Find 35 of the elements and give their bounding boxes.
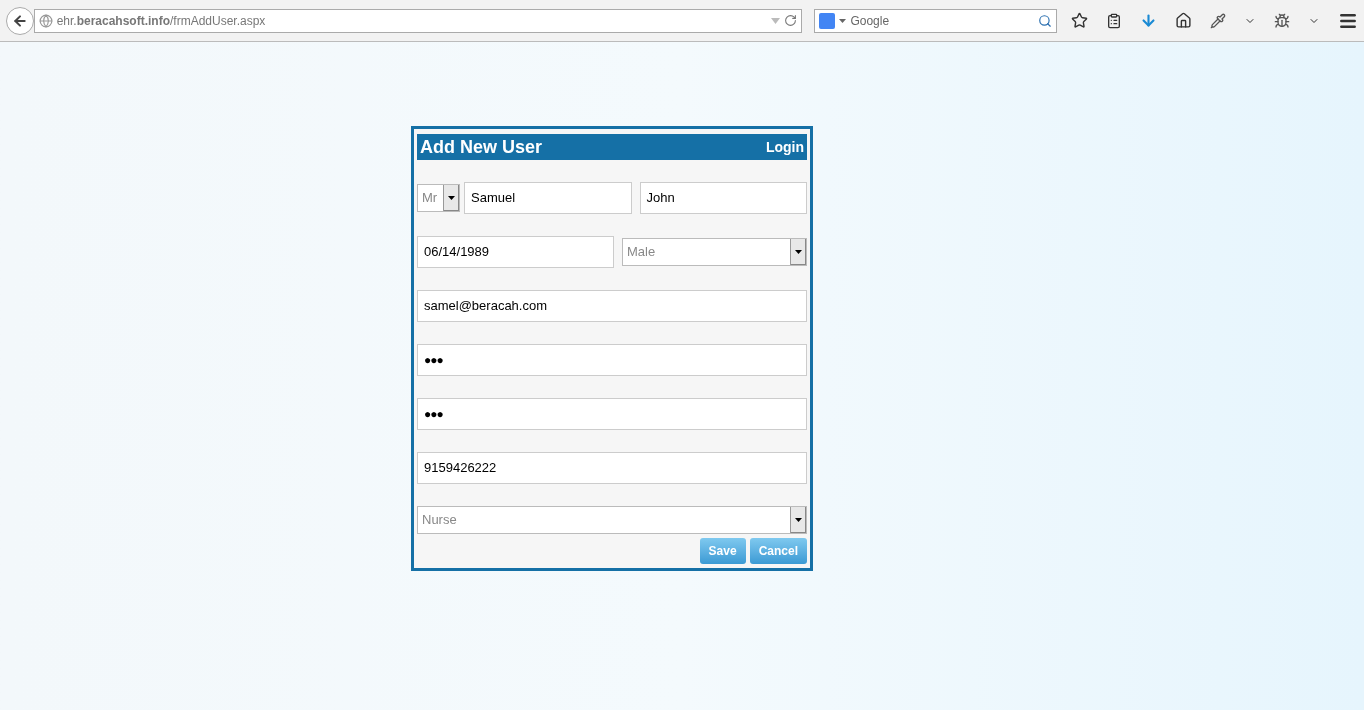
- input-field[interactable]: Samuel: [464, 182, 632, 214]
- select-field[interactable]: Nurse: [417, 506, 807, 534]
- password-field[interactable]: ●●●: [417, 344, 807, 376]
- select-field[interactable]: Male: [622, 238, 807, 266]
- globe-icon: [38, 13, 53, 28]
- search-placeholder: Google: [850, 12, 891, 30]
- dropdown-button[interactable]: [790, 239, 806, 265]
- dropdown-button[interactable]: [790, 507, 806, 533]
- input-field[interactable]: 9159426222: [417, 452, 807, 484]
- select-field[interactable]: Mr: [417, 184, 460, 212]
- reload-icon: [784, 14, 798, 27]
- dropdown-triangle-icon: [771, 17, 781, 24]
- address-bar[interactable]: ehr.beracahsoft.info/frmAddUser.aspx: [33, 8, 803, 33]
- clipboard-icon[interactable]: [1106, 12, 1122, 29]
- back-button[interactable]: [6, 6, 34, 35]
- dropdown-button[interactable]: [443, 185, 459, 211]
- dropdown-triangle-icon: [839, 18, 847, 23]
- login-link[interactable]: Login: [765, 136, 804, 158]
- download-icon[interactable]: [1140, 12, 1157, 29]
- search-icon: [1038, 13, 1052, 28]
- caret-icon: [795, 518, 802, 522]
- caret-icon: [795, 250, 802, 254]
- url-text: ehr.beracahsoft.info/frmAddUser.aspx: [56, 12, 267, 30]
- search-bar[interactable]: Google: [814, 8, 1057, 33]
- eyedropper-icon[interactable]: [1210, 12, 1226, 29]
- caret-icon: [448, 196, 455, 200]
- search-engine-icon: [819, 12, 836, 29]
- password-field[interactable]: ●●●: [417, 398, 807, 430]
- star-icon[interactable]: [1071, 12, 1088, 29]
- input-field[interactable]: samel@beracah.com: [417, 290, 807, 322]
- form-title: Add New User: [420, 135, 543, 159]
- home-icon[interactable]: [1175, 12, 1192, 29]
- input-field[interactable]: John: [639, 182, 807, 214]
- bug-icon[interactable]: [1274, 12, 1290, 29]
- input-field[interactable]: 06/14/1989: [417, 236, 614, 268]
